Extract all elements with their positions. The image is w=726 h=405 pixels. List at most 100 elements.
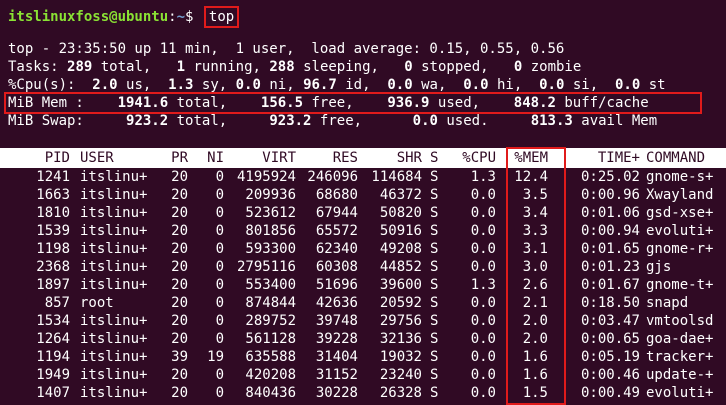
cell-ni: 0: [215, 241, 224, 257]
cell-state: S: [430, 223, 439, 239]
cell-pr: 20: [171, 331, 188, 347]
cell-state: S: [430, 169, 439, 185]
cell-time: 0:01.23: [580, 259, 640, 275]
cell-time: 0:01.67: [580, 277, 640, 293]
cell-mem: 1.6: [522, 349, 548, 365]
cell-state: S: [430, 331, 439, 347]
mem-free: 156.5: [260, 95, 304, 111]
table-row: 1810 itslinu+ 20 0 523612 67944 50820 S 0.0 3.4 0:…: [0, 204, 726, 222]
cell-shr: 46372: [379, 187, 422, 203]
cell-pid: 1949: [36, 367, 70, 383]
cell-shr: 32136: [379, 331, 422, 347]
cpu-id-label: id,: [336, 77, 371, 93]
cell-command: vmtoolsd: [646, 313, 714, 329]
table-row: 1897 itslinu+ 20 0 553400 51696 39600 S 1.3 2.6 0:…: [0, 276, 726, 294]
cpu-sy: 1.3: [168, 77, 194, 93]
cell-mem: 2.1: [522, 295, 548, 311]
cell-state: S: [430, 259, 439, 275]
column-header-ni: NI: [207, 150, 224, 166]
cell-shr: 50916: [379, 223, 422, 239]
cell-mem: 2.0: [522, 313, 548, 329]
cpu-ni: 0.0: [235, 77, 261, 93]
swap-total-label: total,: [168, 113, 228, 129]
cell-state: S: [430, 349, 439, 365]
cell-res: 67944: [315, 205, 358, 221]
cpu-us: 2.0: [92, 77, 118, 93]
cell-shr: 29756: [379, 313, 422, 329]
cell-pid: 1194: [36, 349, 70, 365]
column-header-shr: SHR: [396, 150, 422, 166]
column-header-pr: PR: [171, 150, 188, 166]
tasks-sleeping-label: sleeping,: [294, 59, 379, 75]
cell-user: itslinu+: [80, 259, 148, 275]
column-header-cpu: %CPU: [462, 150, 496, 166]
cell-mem: 1.5: [522, 385, 548, 401]
cell-cpu: 0.0: [470, 187, 496, 203]
column-header-command: COMMAND: [646, 150, 706, 166]
cell-ni: 0: [215, 223, 224, 239]
cpu-si-label: si,: [564, 77, 599, 93]
cell-virt: 635588: [245, 349, 296, 365]
tasks-label: Tasks:: [8, 59, 59, 75]
cell-ni: 0: [215, 385, 224, 401]
cell-state: S: [430, 187, 439, 203]
cell-ni: 0: [215, 187, 224, 203]
cpu-wa-label: wa,: [412, 77, 447, 93]
cell-pr: 20: [171, 295, 188, 311]
prompt-separator: :: [168, 9, 177, 25]
cell-mem: 3.4: [522, 205, 548, 221]
cell-cpu: 0.0: [470, 223, 496, 239]
cell-pr: 20: [171, 169, 188, 185]
swap-avail: 813.3: [530, 113, 573, 129]
cell-ni: 0: [215, 331, 224, 347]
cell-user: itslinu+: [80, 241, 148, 257]
cell-res: 68680: [315, 187, 358, 203]
cell-mem: 1.6: [522, 367, 548, 383]
table-row: 1539 itslinu+ 20 0 801856 65572 50916 S 0.0 3.3 0:…: [0, 222, 726, 240]
cell-mem: 3.5: [522, 187, 548, 203]
cpu-st: 0.0: [615, 77, 641, 93]
swap-used: 0.0: [412, 113, 438, 129]
cell-time: 0:00.96: [580, 187, 640, 203]
cell-res: 31152: [315, 367, 358, 383]
cpu-hi: 0.0: [463, 77, 489, 93]
mem-total: 1941.6: [117, 95, 169, 111]
table-row: 1198 itslinu+ 20 0 593300 62340 49208 S 0.0 3.1 0:…: [0, 240, 726, 258]
cell-command: goa-dae+: [646, 331, 714, 347]
cell-pr: 20: [171, 277, 188, 293]
cpu-label: %Cpu(s):: [8, 77, 76, 93]
mem-used: 936.9: [387, 95, 430, 111]
cell-ni: 19: [207, 349, 224, 365]
cell-virt: 553400: [245, 277, 296, 293]
cell-command: evoluti+: [646, 385, 714, 401]
mem-buff-cache: 848.2: [513, 95, 556, 111]
cell-cpu: 1.3: [470, 169, 496, 185]
swap-label: MiB Swap:: [8, 113, 84, 129]
cell-user: itslinu+: [80, 223, 148, 239]
cpu-hi-label: hi,: [488, 77, 523, 93]
shell-prompt: itslinuxfoss@ubuntu:~$ top: [8, 6, 240, 28]
mem-total-label: total,: [168, 95, 228, 111]
cell-command: gjs: [646, 259, 672, 275]
cell-shr: 20592: [379, 295, 422, 311]
cell-user: root: [80, 295, 114, 311]
cell-time: 0:05.19: [580, 349, 640, 365]
table-row: 857 root 20 0 874844 42636 20592 S 0.0 2.1 0:18.50…: [0, 294, 726, 312]
cell-pr: 20: [171, 223, 188, 239]
cell-res: 39748: [315, 313, 358, 329]
mem-line: MiB Mem : 1941.6 total, 156.5 free, 936.…: [8, 94, 649, 112]
cell-pid: 857: [44, 295, 70, 311]
command-text[interactable]: top: [203, 6, 240, 28]
cell-shr: 19032: [379, 349, 422, 365]
cell-res: 60308: [315, 259, 358, 275]
cell-pid: 1663: [36, 187, 70, 203]
cell-res: 51696: [315, 277, 358, 293]
table-row: 1241 itslinu+ 20 0 4195924 246096 114684 S 1.3 12…: [0, 168, 726, 186]
cpu-sy-label: sy,: [193, 77, 228, 93]
tasks-total: 289: [67, 59, 93, 75]
cell-pid: 1241: [36, 169, 70, 185]
cell-ni: 0: [215, 205, 224, 221]
swap-free: 923.2: [269, 113, 312, 129]
cell-virt: 289752: [245, 313, 296, 329]
table-row: 1194 itslinu+ 39 19 635588 31404 19032 S 0.0 1.6 0…: [0, 348, 726, 366]
